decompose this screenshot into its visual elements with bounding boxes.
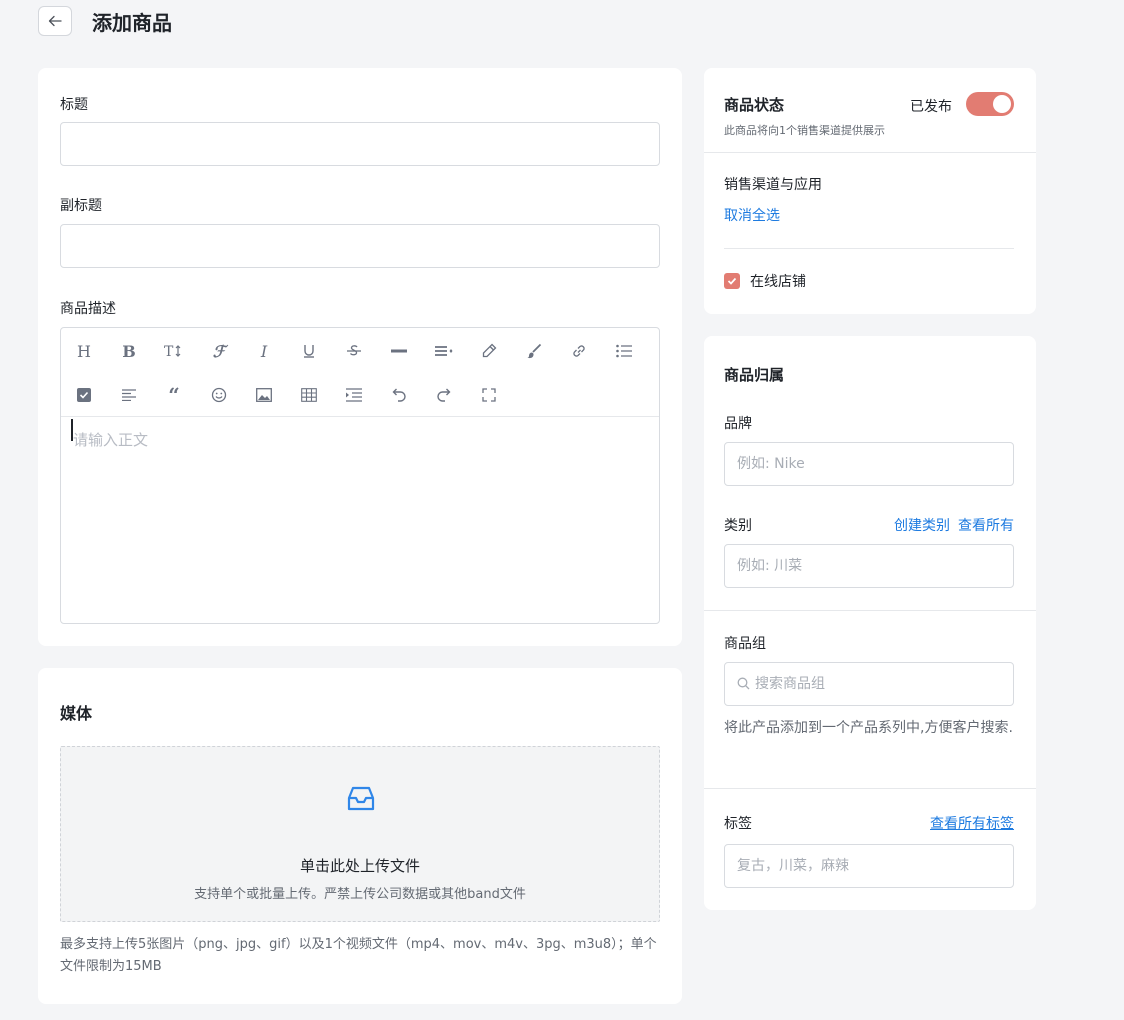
status-title: 商品状态 xyxy=(724,96,785,114)
line-height-icon[interactable] xyxy=(431,338,457,364)
bulleted-list-icon[interactable] xyxy=(611,338,637,364)
horizontal-rule-icon[interactable] xyxy=(386,338,412,364)
fullscreen-icon[interactable] xyxy=(476,382,502,408)
highlight-icon[interactable] xyxy=(476,338,502,364)
product-status-card: 商品状态 此商品将向1个销售渠道提供展示 已发布 销售渠道与应用 取消全选 在线… xyxy=(704,68,1036,314)
inbox-icon xyxy=(347,786,375,811)
italic-icon[interactable]: I xyxy=(251,338,277,364)
brush-icon[interactable] xyxy=(521,338,547,364)
undo-icon[interactable] xyxy=(386,382,412,408)
heading-icon[interactable]: H xyxy=(71,338,97,364)
page-header: 添加商品 xyxy=(38,4,172,38)
subtitle-label: 副标题 xyxy=(60,198,102,214)
align-left-icon[interactable] xyxy=(116,382,142,408)
title-label: 标题 xyxy=(60,97,88,113)
product-group-search xyxy=(724,662,1014,706)
table-icon[interactable] xyxy=(296,382,322,408)
page-title: 添加商品 xyxy=(92,10,172,35)
ownership-title: 商品归属 xyxy=(724,366,785,384)
upload-subtitle: 支持单个或批量上传。严禁上传公司数据或其他band文件 xyxy=(194,887,526,902)
status-subtitle: 此商品将向1个销售渠道提供展示 xyxy=(724,124,885,137)
checkbox-icon[interactable] xyxy=(71,382,97,408)
tags-links: 查看所有标签 xyxy=(930,813,1014,833)
product-group-input[interactable] xyxy=(755,663,1005,705)
category-input[interactable] xyxy=(724,544,1014,588)
description-label: 商品描述 xyxy=(60,301,116,317)
upload-limits-note: 最多支持上传5张图片（png、jpg、gif）以及1个视频文件（mp4、mov、… xyxy=(60,937,657,974)
divider xyxy=(724,248,1014,249)
product-ownership-card: 商品归属 品牌 类别 创建类别查看所有 商品组 将此产品添加到一个产品系列中,方… xyxy=(704,336,1036,910)
create-category-link[interactable]: 创建类别 xyxy=(894,518,950,534)
editor-placeholder: 请输入正文 xyxy=(73,431,149,449)
divider xyxy=(704,152,1036,153)
arrow-left-icon xyxy=(48,15,62,27)
tags-label: 标签 xyxy=(724,816,752,832)
divider xyxy=(704,610,1036,611)
online-store-label: 在线店铺 xyxy=(750,274,806,290)
font-family-icon[interactable]: ℱ xyxy=(206,338,232,364)
underline-icon[interactable] xyxy=(296,338,322,364)
media-card: 媒体 单击此处上传文件 支持单个或批量上传。严禁上传公司数据或其他band文件 … xyxy=(38,668,682,1004)
divider xyxy=(704,788,1036,789)
indent-icon[interactable] xyxy=(341,382,367,408)
product-details-card: 标题 副标题 商品描述 H B T ℱ I “ 请输入正文 xyxy=(38,68,682,646)
subtitle-input[interactable] xyxy=(60,224,660,268)
product-group-label: 商品组 xyxy=(724,636,766,652)
toggle-knob xyxy=(993,95,1011,113)
publish-toggle[interactable] xyxy=(966,92,1014,116)
editor-content-area[interactable]: 请输入正文 xyxy=(61,417,659,623)
checkmark-icon xyxy=(727,277,737,285)
redo-icon[interactable] xyxy=(431,382,457,408)
brand-input[interactable] xyxy=(724,442,1014,486)
product-group-help: 将此产品添加到一个产品系列中,方便客户搜索. xyxy=(724,720,1013,736)
category-label: 类别 xyxy=(724,518,752,534)
upload-title: 单击此处上传文件 xyxy=(299,857,420,875)
upload-dropzone[interactable]: 单击此处上传文件 支持单个或批量上传。严禁上传公司数据或其他band文件 xyxy=(60,746,660,922)
bold-icon[interactable]: B xyxy=(116,338,142,364)
online-store-checkbox[interactable] xyxy=(724,273,740,289)
media-title: 媒体 xyxy=(60,704,93,723)
link-icon[interactable] xyxy=(566,338,592,364)
title-input[interactable] xyxy=(60,122,660,166)
image-icon[interactable] xyxy=(251,382,277,408)
category-links: 创建类别 查看所有 xyxy=(894,515,1014,535)
editor-toolbar: H B T ℱ I “ xyxy=(61,328,659,417)
back-button[interactable] xyxy=(38,6,72,36)
view-all-categories-link[interactable]: 查看所有 xyxy=(958,518,1014,534)
tags-input[interactable] xyxy=(724,844,1014,888)
font-size-icon[interactable]: T xyxy=(161,338,187,364)
brand-label: 品牌 xyxy=(724,416,752,432)
deselect-all-link[interactable]: 取消全选 xyxy=(724,205,780,225)
page: 添加商品 标题 副标题 商品描述 H B T ℱ I “ 请输入正文 媒体 单击… xyxy=(0,0,1124,1020)
view-all-tags-link[interactable]: 查看所有标签 xyxy=(930,816,1014,832)
sales-channels-label: 销售渠道与应用 xyxy=(724,177,822,193)
quote-icon[interactable]: “ xyxy=(161,382,187,408)
svg-text:T: T xyxy=(164,344,174,359)
rich-text-editor: H B T ℱ I “ 请输入正文 xyxy=(60,327,660,624)
published-label: 已发布 xyxy=(910,99,952,115)
emoji-icon[interactable] xyxy=(206,382,232,408)
search-icon xyxy=(737,677,750,690)
strikethrough-icon[interactable] xyxy=(341,338,367,364)
